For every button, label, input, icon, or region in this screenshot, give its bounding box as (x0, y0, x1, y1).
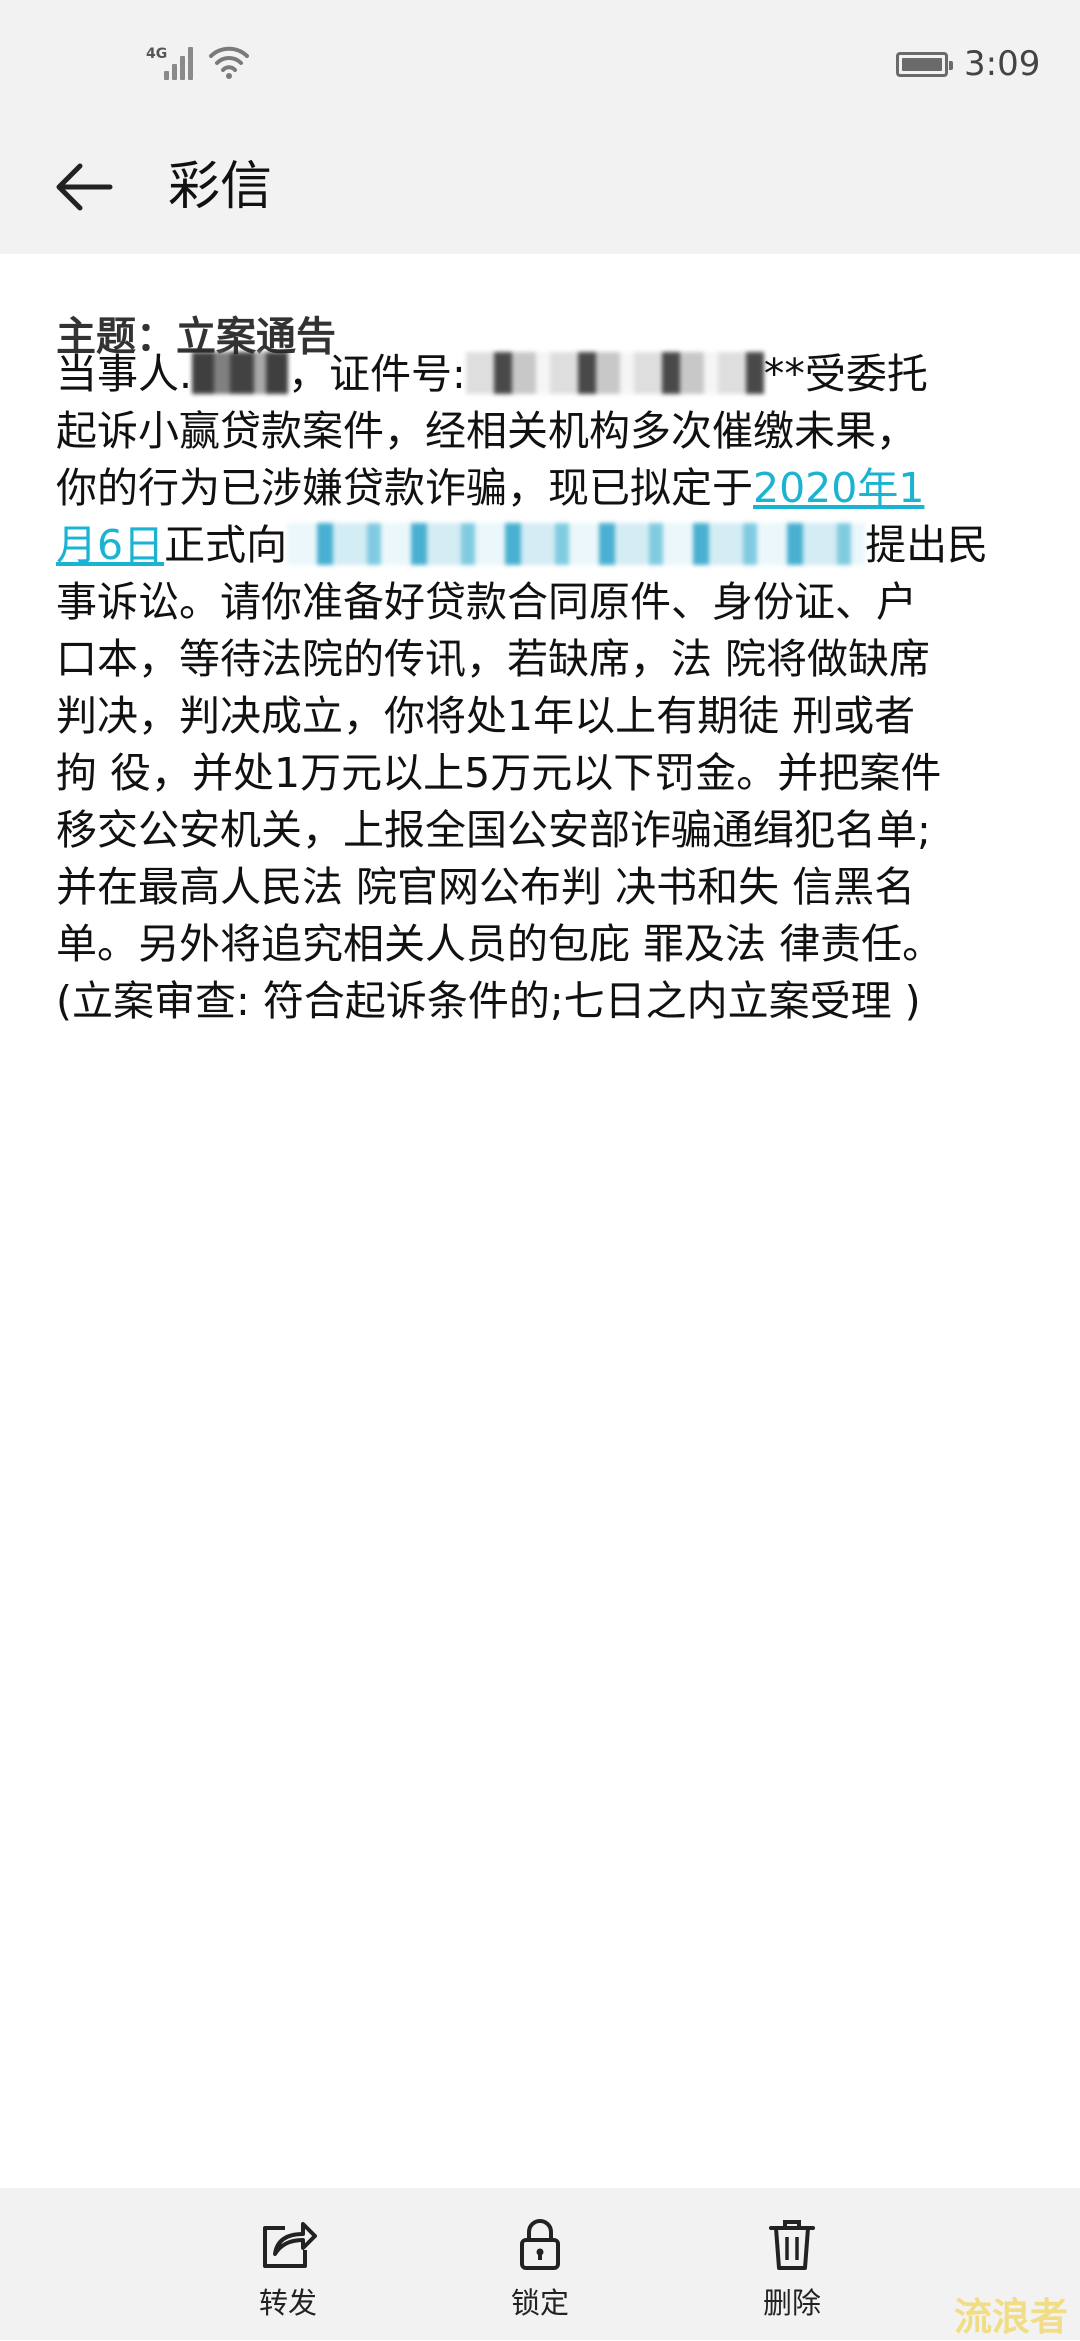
lock-label: 锁定 (510, 2286, 569, 2320)
lock-button[interactable]: 锁定 (460, 2216, 620, 2322)
message-line: 单。另外将追究相关人员的包庇 罪及法 律责任。 (56, 920, 944, 968)
status-bar: 4G 3:09 (0, 0, 1080, 130)
date-link[interactable]: 2020年1 (753, 464, 924, 512)
share-icon (263, 2222, 317, 2268)
forward-button[interactable]: 转发 (208, 2216, 368, 2322)
message-line: 事诉讼。请你准备好贷款合同原件、身份证、户 (56, 578, 917, 626)
status-time: 3:09 (964, 44, 1041, 84)
delete-button[interactable]: 删除 (712, 2216, 872, 2322)
message-line: 起诉小赢贷款案件，经相关机构多次催缴未果， (56, 407, 917, 455)
message-line: 你的行为已涉嫌贷款诈骗，现已拟定于2020年1 (56, 464, 925, 512)
wifi-icon (209, 46, 249, 79)
trash-icon (769, 2220, 815, 2270)
message-line: 移交公安机关，上报全国公安部诈骗通缉犯名单; (56, 806, 931, 854)
message-line: 当事人. ，证件号: **受委托 (56, 350, 928, 398)
title-bar: 彩信 (0, 130, 1080, 254)
forward-label: 转发 (258, 2286, 317, 2320)
redacted-name (192, 352, 289, 394)
delete-label: 删除 (762, 2286, 821, 2320)
date-link[interactable]: 月6日 (56, 521, 164, 569)
redacted-id-number (465, 352, 764, 394)
message-body: 当事人. ，证件号: **受委托 起诉小赢贷款案件，经相关机构多次催缴未果， 你的行… (56, 346, 1042, 1030)
watermark: 流浪者 (954, 2295, 1069, 2339)
redacted-court-name (287, 523, 866, 565)
battery-icon (896, 52, 953, 77)
page-title: 彩信 (168, 157, 273, 217)
back-arrow-icon[interactable] (50, 152, 120, 222)
message-line: 月6日正式向 提出民 (56, 521, 989, 569)
message-line: 口本，等待法院的传讯，若缺席，法 院将做缺席 (56, 635, 931, 683)
message-line: 拘 役，并处1万元以上5万元以下罚金。并把案件 (56, 749, 942, 797)
message-line: 并在最高人民法 院官网公布判 决书和失 信黑名 (56, 863, 916, 911)
bottom-action-bar: 转发 锁定 删除 (0, 2188, 1080, 2340)
lock-icon (520, 2219, 560, 2270)
message-line: (立案审查: 符合起诉条件的;七日之内立案受理 ) (56, 977, 921, 1025)
message-line: 判决，判决成立，你将处1年以上有期徒 刑或者 (56, 692, 916, 740)
message-content: 主题：立案通告 当事人. ，证件号: **受委托 起诉小赢贷款案件，经相关机构多次催… (0, 254, 1080, 2188)
